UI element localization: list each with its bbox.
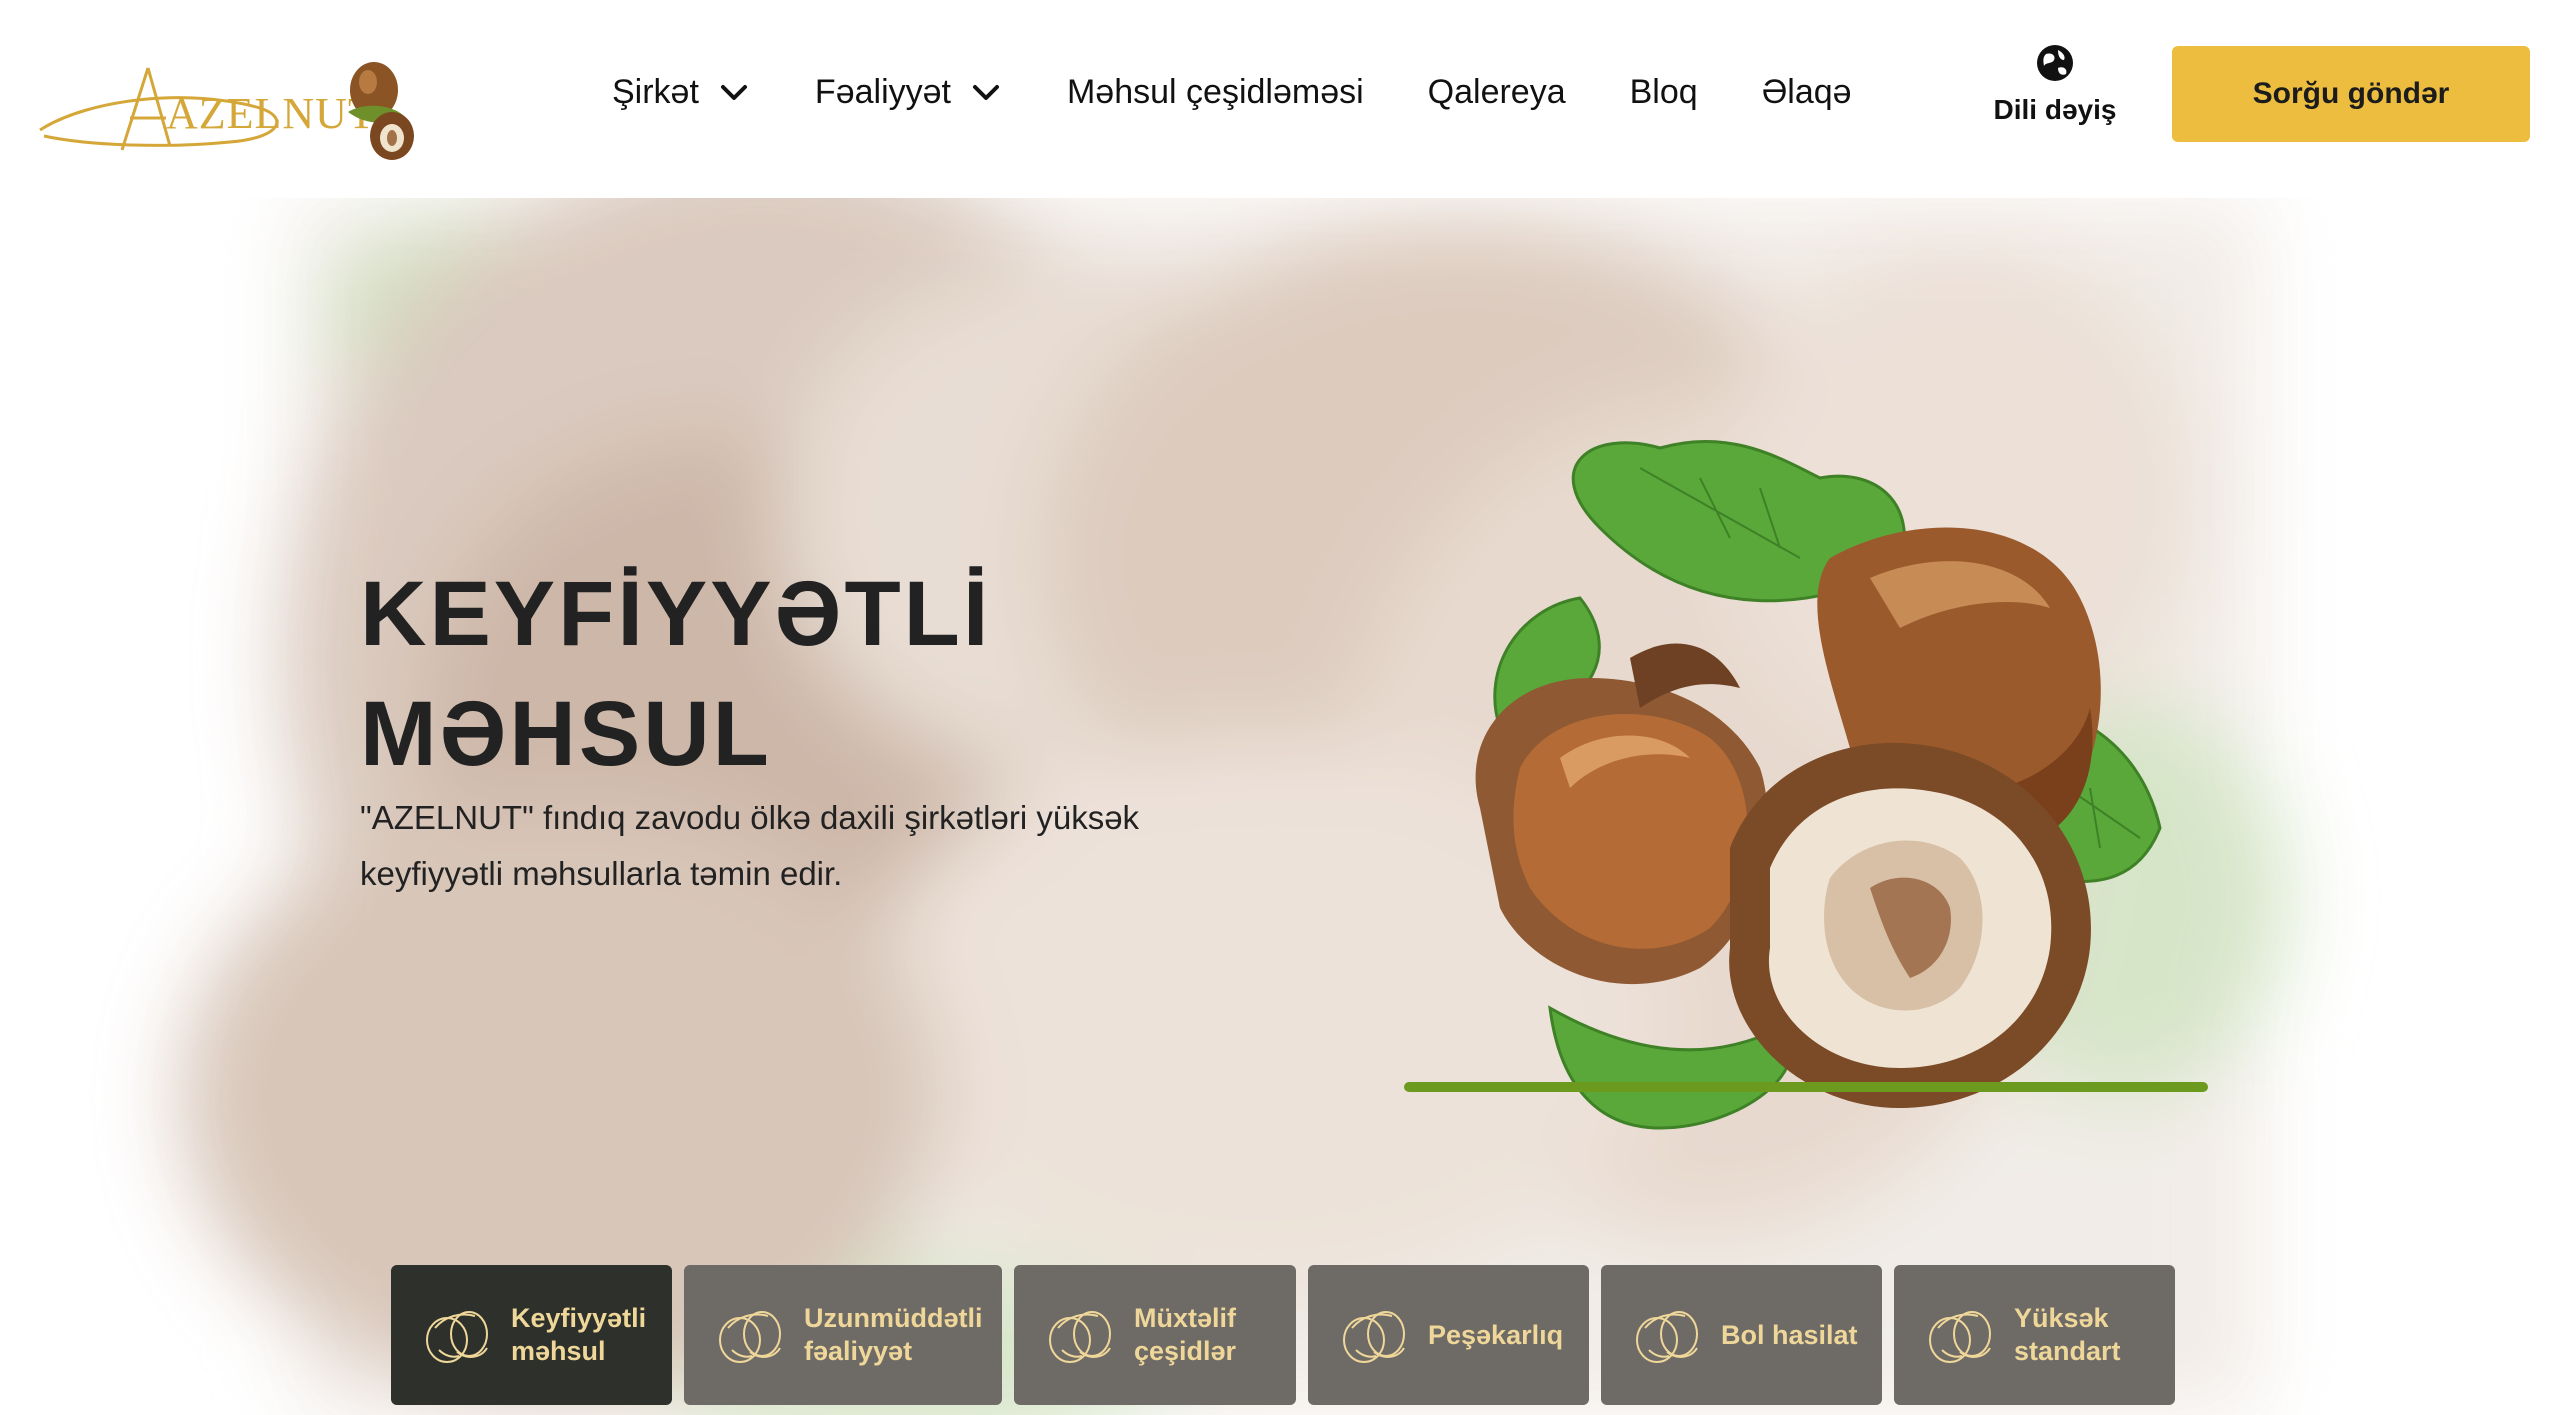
feature-tabs: Keyfiyyətli məhsul Uzunmüddətli fəaliyyə… bbox=[391, 1265, 2175, 1405]
nav-item-label: Qalereya bbox=[1427, 72, 1566, 111]
hazelnut-icon bbox=[426, 1311, 488, 1363]
nav-item-mehsul-cesidlemesi[interactable]: Məhsul çeşidləməsi bbox=[1067, 73, 1364, 112]
main-nav: Şirkət Fəaliyyət Məhsul çeşidləməsi Qale… bbox=[612, 62, 1852, 122]
hero-title-line-2: MƏHSUL bbox=[360, 683, 772, 785]
nav-item-elaqe[interactable]: Əlaqə bbox=[1762, 73, 1852, 112]
nav-item-fealiyyet[interactable]: Fəaliyyət bbox=[815, 73, 1003, 112]
language-switcher-label: Dili dəyiş bbox=[1993, 94, 2117, 125]
send-request-button[interactable]: Sorğu göndər bbox=[2172, 46, 2530, 142]
nav-item-label: Məhsul çeşidləməsi bbox=[1066, 72, 1364, 111]
hazelnut-icon bbox=[1343, 1311, 1405, 1363]
tab-label: Uzunmüddətli fəaliyyət bbox=[804, 1303, 983, 1366]
hero-accent-line bbox=[1404, 1082, 2208, 1092]
tab-label: Yüksək standart bbox=[2014, 1303, 2121, 1366]
azelnut-logo[interactable]: AZELNUT bbox=[30, 38, 414, 160]
nav-item-label: Əlaqə bbox=[1761, 72, 1852, 111]
nav-item-bloq[interactable]: Bloq bbox=[1630, 73, 1698, 112]
tab-label: Peşəkarlıq bbox=[1428, 1319, 1564, 1350]
globe-icon bbox=[2037, 45, 2073, 81]
hazelnut-icon bbox=[1929, 1311, 1991, 1363]
hero-subtitle: "AZELNUT" fındıq zavodu ölkə daxili şirk… bbox=[360, 799, 1140, 892]
chevron-down-icon bbox=[720, 85, 747, 100]
tab-bol-hasilat[interactable]: Bol hasilat bbox=[1601, 1265, 1882, 1405]
nav-item-sirket[interactable]: Şirkət bbox=[612, 73, 751, 112]
nav-item-qalereya[interactable]: Qalereya bbox=[1428, 73, 1566, 112]
tab-muxtelif-cesidler[interactable]: Müxtəlif çeşidlər bbox=[1014, 1265, 1296, 1405]
tab-pesekarliq[interactable]: Peşəkarlıq bbox=[1308, 1265, 1589, 1405]
hazelnut-icon bbox=[719, 1311, 781, 1363]
language-switcher[interactable]: Dili dəyiş bbox=[1990, 42, 2120, 126]
hero-section: KEYFİYYƏTLİ MƏHSUL "AZELNUT" fındıq zavo… bbox=[0, 198, 2560, 1415]
hero-title: KEYFİYYƏTLİ MƏHSUL bbox=[360, 554, 991, 794]
hero-title-line-1: KEYFİYYƏTLİ bbox=[360, 563, 992, 665]
hazelnut-logo-icon bbox=[348, 62, 414, 160]
chevron-down-icon bbox=[972, 85, 999, 100]
tab-label: Bol hasilat bbox=[1721, 1319, 1858, 1350]
site-header: AZELNUT Şirkət Fəaliyyət Məhsul çeşidləm… bbox=[0, 0, 2560, 198]
tab-label: Keyfiyyətli məhsul bbox=[511, 1303, 647, 1366]
tab-keyfiyyetli-mehsul[interactable]: Keyfiyyətli məhsul bbox=[391, 1265, 672, 1405]
tab-uzunmuddetli-fealiyyet[interactable]: Uzunmüddətli fəaliyyət bbox=[684, 1265, 1002, 1405]
hazelnut-icon bbox=[1636, 1311, 1698, 1363]
hazelnuts-illustration bbox=[1475, 439, 2162, 1130]
nav-item-label: Fəaliyyət bbox=[814, 72, 951, 111]
hazelnut-icon bbox=[1049, 1311, 1111, 1363]
tab-label: Müxtəlif çeşidlər bbox=[1134, 1303, 1237, 1366]
tab-yuksek-standart[interactable]: Yüksək standart bbox=[1894, 1265, 2175, 1405]
nav-item-label: Bloq bbox=[1629, 72, 1698, 111]
nav-item-label: Şirkət bbox=[612, 72, 699, 111]
